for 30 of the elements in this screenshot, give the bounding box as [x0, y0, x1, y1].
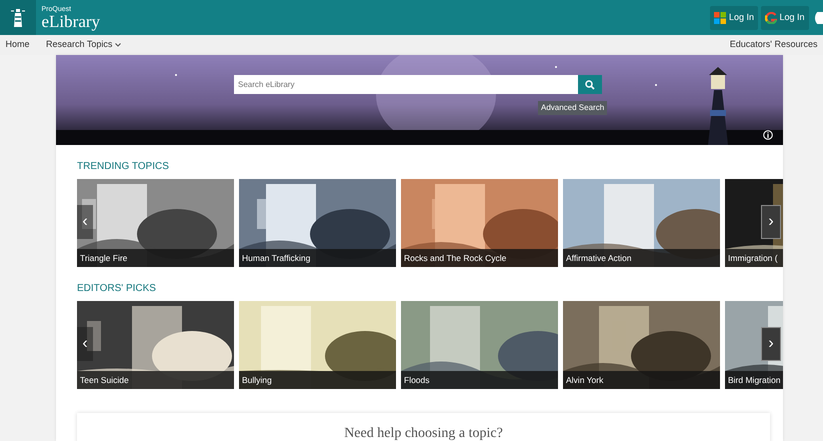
carousel-prev-button[interactable]: ‹	[77, 205, 93, 239]
microsoft-logo-icon	[714, 12, 726, 24]
educators-resources-link[interactable]: Educators' Resources	[730, 38, 818, 52]
carousel-prev-button[interactable]: ‹	[77, 327, 93, 361]
card-label[interactable]: Triangle Fire	[77, 249, 234, 267]
login-button[interactable]: Log In	[760, 6, 808, 30]
card-label[interactable]: Human Trafficking	[239, 249, 396, 267]
lighthouse-logo-icon	[11, 8, 25, 28]
card-label[interactable]: Floods	[401, 371, 558, 389]
brand-title[interactable]: eLibrary	[42, 12, 100, 30]
card-label[interactable]: Rocks and The Rock Cycle	[401, 249, 558, 267]
help-card-title: Need help choosing a topic?	[344, 426, 503, 441]
search-button[interactable]	[578, 75, 602, 94]
info-icon[interactable]	[763, 130, 773, 140]
card-label[interactable]: Alvin York	[563, 371, 720, 389]
carousel-next-button[interactable]: ›	[761, 205, 781, 239]
google-logo-icon	[764, 12, 777, 24]
card-label[interactable]: Affirmative Action	[563, 249, 720, 267]
nav-link[interactable]: Research Topics	[46, 38, 122, 52]
search-icon	[585, 80, 595, 90]
card-label[interactable]: Immigration (	[725, 249, 783, 267]
nav-link[interactable]: Home	[6, 38, 30, 52]
card-label[interactable]: Teen Suicide	[77, 371, 234, 389]
carousel-next-button[interactable]: ›	[761, 327, 781, 361]
login-button[interactable]: Log In	[710, 6, 758, 30]
card-label[interactable]: Bullying	[239, 371, 396, 389]
section-heading: EDITORS' PICKS	[77, 282, 157, 296]
card-label[interactable]: Bird Migration	[725, 371, 783, 389]
section-heading: TRENDING TOPICS	[77, 160, 170, 174]
advanced-search-link[interactable]: Advanced Search	[538, 101, 608, 115]
